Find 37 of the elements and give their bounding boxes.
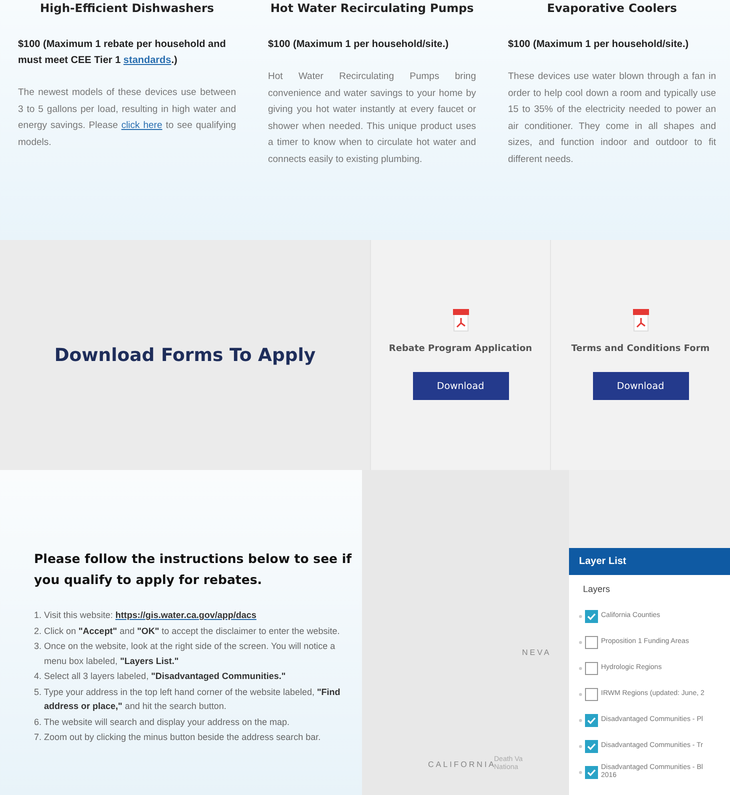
standards-link[interactable]: standards (123, 55, 172, 66)
rebate-description: Hot Water Recirculating Pumps bring convenience and water savings to your home by giving you hot water instantly at every faucet or shower when needed. This unique product uses a timer to know when to circulate hot water and connects easily to existing plumbing. (268, 70, 476, 166)
pdf-file-icon (452, 308, 470, 332)
layer-checkbox[interactable] (585, 610, 598, 622)
rebate-title: Evaporative Coolers (546, 1, 678, 15)
website-link[interactable]: https://gis.water.ca.gov/app/dacs (115, 610, 256, 620)
models-link[interactable]: click here (121, 120, 162, 131)
rebate-description: These devices use water blown through a fan in order to help cool down a room and typically use 15 to 35% of the electricity needed to power an air conditioner. They come in all shapes and sizes, and function indoor and outdoor to fit different needs. (508, 70, 716, 166)
download-button[interactable]: Download (412, 372, 508, 400)
rebate-amount: $100 (Maximum 1 per household/site.) (508, 38, 690, 52)
instruction-step: 1. Visit this website: https://gis.water.ca.gov/app/dacs (34, 608, 352, 622)
rebate-description: The newest models of these devices use between 3 to 5 gallons per load, resulting in high water and energy savings. Please click here to see qualifying models. (18, 86, 236, 150)
instruction-step: 2. Click on "Accept" and "OK" to accept the disclaimer to enter the website. (34, 624, 352, 638)
rebate-amount: $100 (Maximum 1 per household/site.) (268, 38, 450, 52)
instruction-step: 6. The website will search and display your address on the map. (34, 714, 352, 729)
map-label: NEVA (522, 648, 552, 657)
rebate-title: High-Efficient Dishwashers (39, 1, 215, 15)
layer-checkbox[interactable] (585, 662, 598, 674)
download-heading: Download Forms To Apply (54, 344, 316, 366)
layer-checkbox[interactable] (585, 740, 598, 752)
rebate-amount: $100 (Maximum 1 rebate per household and must meet CEE Tier 1 standards.) (18, 38, 227, 68)
instruction-step: 4. Select all 3 layers labeled, "Disadvantaged Communities." (34, 669, 352, 684)
instruction-step: 5. Type your address in the top left hand corner of the website labeled, "Find address or place," and hit the search button. (34, 684, 352, 714)
layer-checkbox[interactable] (585, 766, 598, 778)
layer-checkbox[interactable] (585, 714, 598, 726)
layer-checkbox[interactable] (585, 688, 598, 700)
form-title: Terms and Conditions Form (571, 344, 710, 354)
pdf-file-icon (632, 308, 650, 332)
rebate-title: Hot Water Recirculating Pumps (269, 1, 475, 15)
instructions-heading: Please follow the instructions below to see if you qualify to apply for rebates. (34, 550, 352, 589)
form-title: Rebate Program Application (388, 344, 532, 354)
layer-list-title: Layer List (569, 548, 730, 575)
layers-heading: Layers (582, 583, 612, 596)
instruction-step: 3. Once on the website, look at the right side of the screen. You will notice a menu box labeled, "Layers List." (34, 639, 352, 668)
instruction-step: 7. Zoom out by clicking the minus button beside the address search bar. (34, 730, 352, 744)
layer-checkbox[interactable] (585, 636, 598, 648)
download-button[interactable]: Download (592, 372, 688, 400)
